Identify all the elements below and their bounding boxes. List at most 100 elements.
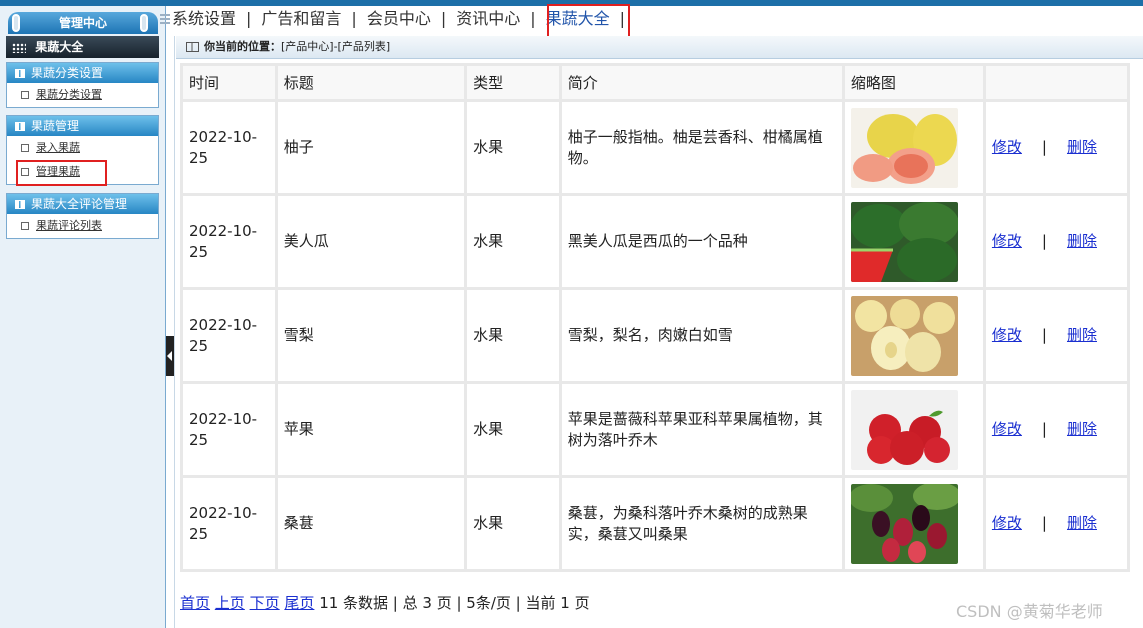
- table-row: 2022-10-25 美人瓜 水果 黑美人瓜是西瓜的一个品种 修改 | 删除: [183, 196, 1127, 287]
- sidebar-group-comments: 果蔬大全评论管理 果蔬评论列表: [6, 193, 159, 239]
- pager-next-link[interactable]: 下页: [250, 594, 280, 612]
- grid-icon: [12, 42, 26, 53]
- nav-item-news[interactable]: 资讯中心: [456, 9, 520, 28]
- pager-first-link[interactable]: 首页: [180, 594, 210, 612]
- nav-item-members[interactable]: 会员中心: [367, 9, 431, 28]
- sidebar-link-comment-list[interactable]: 果蔬评论列表: [36, 219, 102, 232]
- delete-link[interactable]: 删除: [1067, 326, 1097, 344]
- menu-group-icon: [15, 122, 25, 131]
- cell-thumbnail: [844, 384, 983, 475]
- column-header-intro: 简介: [561, 66, 842, 99]
- sidebar-item: 果蔬评论列表: [7, 214, 158, 238]
- cell-title: 雪梨: [277, 290, 465, 381]
- sidebar-item: 录入果蔬: [7, 136, 158, 160]
- breadcrumb-label: 你当前的位置：: [204, 40, 281, 53]
- action-separator: |: [1041, 232, 1047, 250]
- edit-link[interactable]: 修改: [992, 420, 1022, 438]
- apple-thumbnail: [850, 389, 958, 470]
- sidebar-group-header[interactable]: 果蔬大全评论管理: [7, 194, 158, 214]
- mulberry-thumbnail: [850, 483, 958, 564]
- table-header-row: 时间 标题 类型 简介 缩略图: [183, 66, 1127, 99]
- column-header-thumbnail: 缩略图: [844, 66, 983, 99]
- sidebar: 管理中心 果蔬大全 果蔬分类设置 果蔬分类设置 果蔬管理 录入果蔬 管理果蔬 果…: [0, 6, 166, 628]
- cell-thumbnail: [844, 102, 983, 193]
- cell-title: 美人瓜: [277, 196, 465, 287]
- nav-separator: |: [440, 9, 447, 28]
- sidebar-group-title: 果蔬分类设置: [31, 66, 104, 80]
- table-row: 2022-10-25 苹果 水果 苹果是蔷薇科苹果亚科苹果属植物，其树为落叶乔木…: [183, 384, 1127, 475]
- cell-type: 水果: [467, 102, 559, 193]
- sidebar-group-title: 果蔬大全评论管理: [31, 197, 128, 211]
- table-row: 2022-10-25 桑葚 水果 桑葚，为桑科落叶乔木桑树的成熟果实，桑葚又叫桑…: [183, 478, 1127, 569]
- cell-thumbnail: [844, 478, 983, 569]
- cell-time: 2022-10-25: [183, 102, 275, 193]
- cell-intro: 雪梨，梨名，肉嫩白如雪: [561, 290, 842, 381]
- cell-intro: 桑葚，为桑科落叶乔木桑树的成熟果实，桑葚又叫桑果: [561, 478, 842, 569]
- nav-separator: |: [351, 9, 357, 28]
- sidebar-toggle-button[interactable]: [166, 336, 174, 376]
- cell-intro: 黑美人瓜是西瓜的一个品种: [561, 196, 842, 287]
- pager-prev-link[interactable]: 上页: [215, 594, 245, 612]
- pin-icon-left: [12, 14, 20, 32]
- cell-time: 2022-10-25: [183, 290, 275, 381]
- watermelon-thumbnail: [850, 201, 958, 282]
- cell-actions: 修改 | 删除: [985, 102, 1127, 193]
- nav-separator: |: [246, 9, 252, 28]
- action-separator: |: [1041, 138, 1047, 156]
- highlight-box-nav-produce: [547, 4, 630, 40]
- sidebar-header: 管理中心: [8, 12, 158, 34]
- pagination: 首页 上页 下页 尾页 11 条数据 | 总 3 页 | 5条/页 | 当前 1…: [180, 592, 590, 613]
- cell-actions: 修改 | 删除: [985, 196, 1127, 287]
- edit-link[interactable]: 修改: [992, 232, 1022, 250]
- cell-intro: 苹果是蔷薇科苹果亚科苹果属植物，其树为落叶乔木: [561, 384, 842, 475]
- edit-link[interactable]: 修改: [992, 138, 1022, 156]
- sidebar-link-add-produce[interactable]: 录入果蔬: [36, 141, 80, 154]
- pager-last-link[interactable]: 尾页: [284, 594, 314, 612]
- column-header-type: 类型: [467, 66, 559, 99]
- cell-actions: 修改 | 删除: [985, 478, 1127, 569]
- nav-item-ads[interactable]: 广告和留言: [261, 9, 341, 28]
- cell-thumbnail: [844, 196, 983, 287]
- pin-icon-right: [140, 14, 148, 32]
- sidebar-group-header[interactable]: 果蔬管理: [7, 116, 158, 136]
- cell-type: 水果: [467, 290, 559, 381]
- sidebar-group-category: 果蔬分类设置 果蔬分类设置: [6, 62, 159, 108]
- cell-time: 2022-10-25: [183, 478, 275, 569]
- pomelo-thumbnail: [850, 107, 958, 188]
- page-icon: [21, 91, 29, 99]
- sidebar-item: 果蔬分类设置: [7, 83, 158, 107]
- edit-link[interactable]: 修改: [992, 326, 1022, 344]
- sidebar-group-header[interactable]: 果蔬分类设置: [7, 63, 158, 83]
- action-separator: |: [1041, 326, 1047, 344]
- delete-link[interactable]: 删除: [1067, 514, 1097, 532]
- highlight-box-manage-produce: [16, 160, 107, 186]
- menu-group-icon: [15, 69, 25, 78]
- sidebar-link-category-settings[interactable]: 果蔬分类设置: [36, 88, 102, 101]
- sidebar-header-label: 管理中心: [58, 16, 107, 30]
- cell-actions: 修改 | 删除: [985, 384, 1127, 475]
- pager-summary: 11 条数据 | 总 3 页 | 5条/页 | 当前 1 页: [319, 594, 590, 612]
- product-table: 时间 标题 类型 简介 缩略图 2022-10-25 柚子 水果 柚子一般指柚。…: [180, 63, 1130, 572]
- cell-thumbnail: [844, 290, 983, 381]
- edit-link[interactable]: 修改: [992, 514, 1022, 532]
- watermark: CSDN @黄菊华老师: [956, 602, 1103, 621]
- breadcrumb-path: [产品中心]-[产品列表]: [281, 40, 391, 53]
- sidebar-section-title[interactable]: 果蔬大全: [6, 36, 159, 58]
- breadcrumb: 你当前的位置：[产品中心]-[产品列表]: [176, 36, 1143, 59]
- cell-title: 柚子: [277, 102, 465, 193]
- column-header-actions: [985, 66, 1127, 99]
- cell-type: 水果: [467, 196, 559, 287]
- delete-link[interactable]: 删除: [1067, 420, 1097, 438]
- table-row: 2022-10-25 柚子 水果 柚子一般指柚。柚是芸香科、柑橘属植物。 修改 |…: [183, 102, 1127, 193]
- location-icon: [186, 42, 199, 52]
- cell-time: 2022-10-25: [183, 384, 275, 475]
- delete-link[interactable]: 删除: [1067, 232, 1097, 250]
- column-header-time: 时间: [183, 66, 275, 99]
- sidebar-group-title: 果蔬管理: [31, 119, 80, 133]
- arrow-left-icon: [167, 351, 172, 361]
- nav-item-system[interactable]: 系统设置: [172, 9, 236, 28]
- cell-type: 水果: [467, 478, 559, 569]
- delete-link[interactable]: 删除: [1067, 138, 1097, 156]
- action-separator: |: [1041, 420, 1047, 438]
- cell-time: 2022-10-25: [183, 196, 275, 287]
